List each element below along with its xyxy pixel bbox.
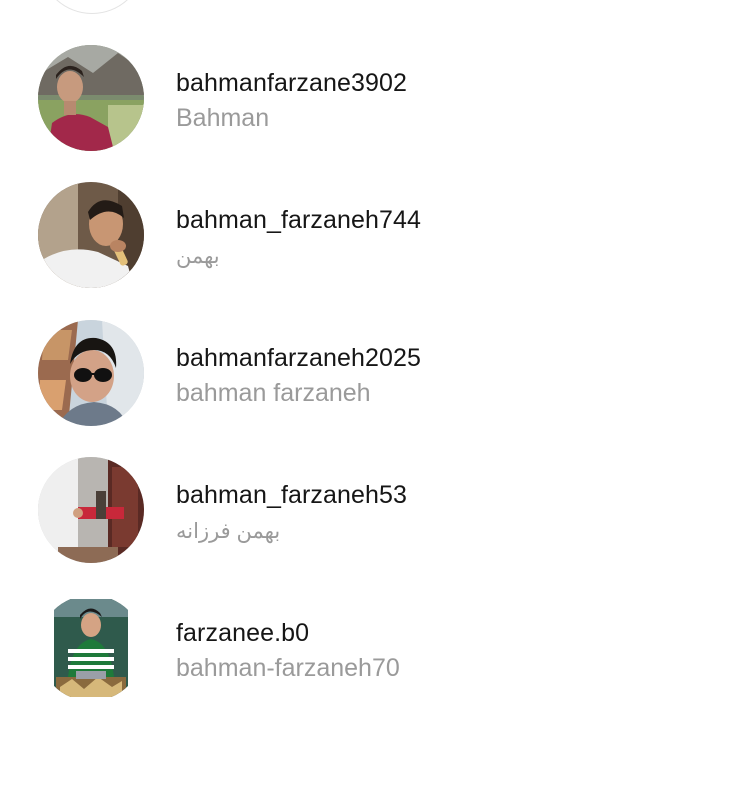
- full-name: بهمن: [176, 245, 220, 268]
- username[interactable]: bahman_farzaneh53: [176, 481, 407, 510]
- profile-photo-man-outdoors-red-shirt: [38, 45, 144, 151]
- username[interactable]: bahmanfarzane3902: [176, 69, 407, 98]
- account-search-results: bahmanfarzane3902 Bahman bahman_farzaneh…: [0, 0, 750, 800]
- username[interactable]: bahmanfarzaneh2025: [176, 344, 421, 373]
- account-row-4[interactable]: bahman_farzaneh53 بهمن فرزانه: [0, 457, 750, 575]
- avatar-partial-top[interactable]: [39, 0, 145, 14]
- full-name: Bahman: [176, 104, 270, 132]
- account-row-1[interactable]: bahmanfarzane3902 Bahman: [0, 45, 750, 163]
- profile-photo-room-interior: [38, 457, 144, 563]
- avatar[interactable]: [38, 45, 144, 151]
- account-row-5[interactable]: farzanee.b0 bahman-farzaneh70: [0, 595, 750, 713]
- avatar[interactable]: [38, 595, 144, 701]
- full-name: bahman farzaneh: [176, 379, 371, 407]
- avatar[interactable]: [38, 320, 144, 426]
- avatar[interactable]: [38, 182, 144, 288]
- profile-photo-man-white-tshirt: [38, 182, 144, 288]
- avatar[interactable]: [38, 457, 144, 563]
- profile-photo-man-sunglasses: [38, 320, 144, 426]
- account-row-2[interactable]: bahman_farzaneh744 بهمن: [0, 182, 750, 300]
- account-row-3[interactable]: bahmanfarzaneh2025 bahman farzaneh: [0, 320, 750, 438]
- username[interactable]: bahman_farzaneh744: [176, 206, 421, 235]
- full-name: بهمن فرزانه: [176, 520, 281, 543]
- username[interactable]: farzanee.b0: [176, 619, 309, 648]
- full-name: bahman-farzaneh70: [176, 654, 400, 682]
- profile-photo-man-green-jacket: [38, 595, 144, 701]
